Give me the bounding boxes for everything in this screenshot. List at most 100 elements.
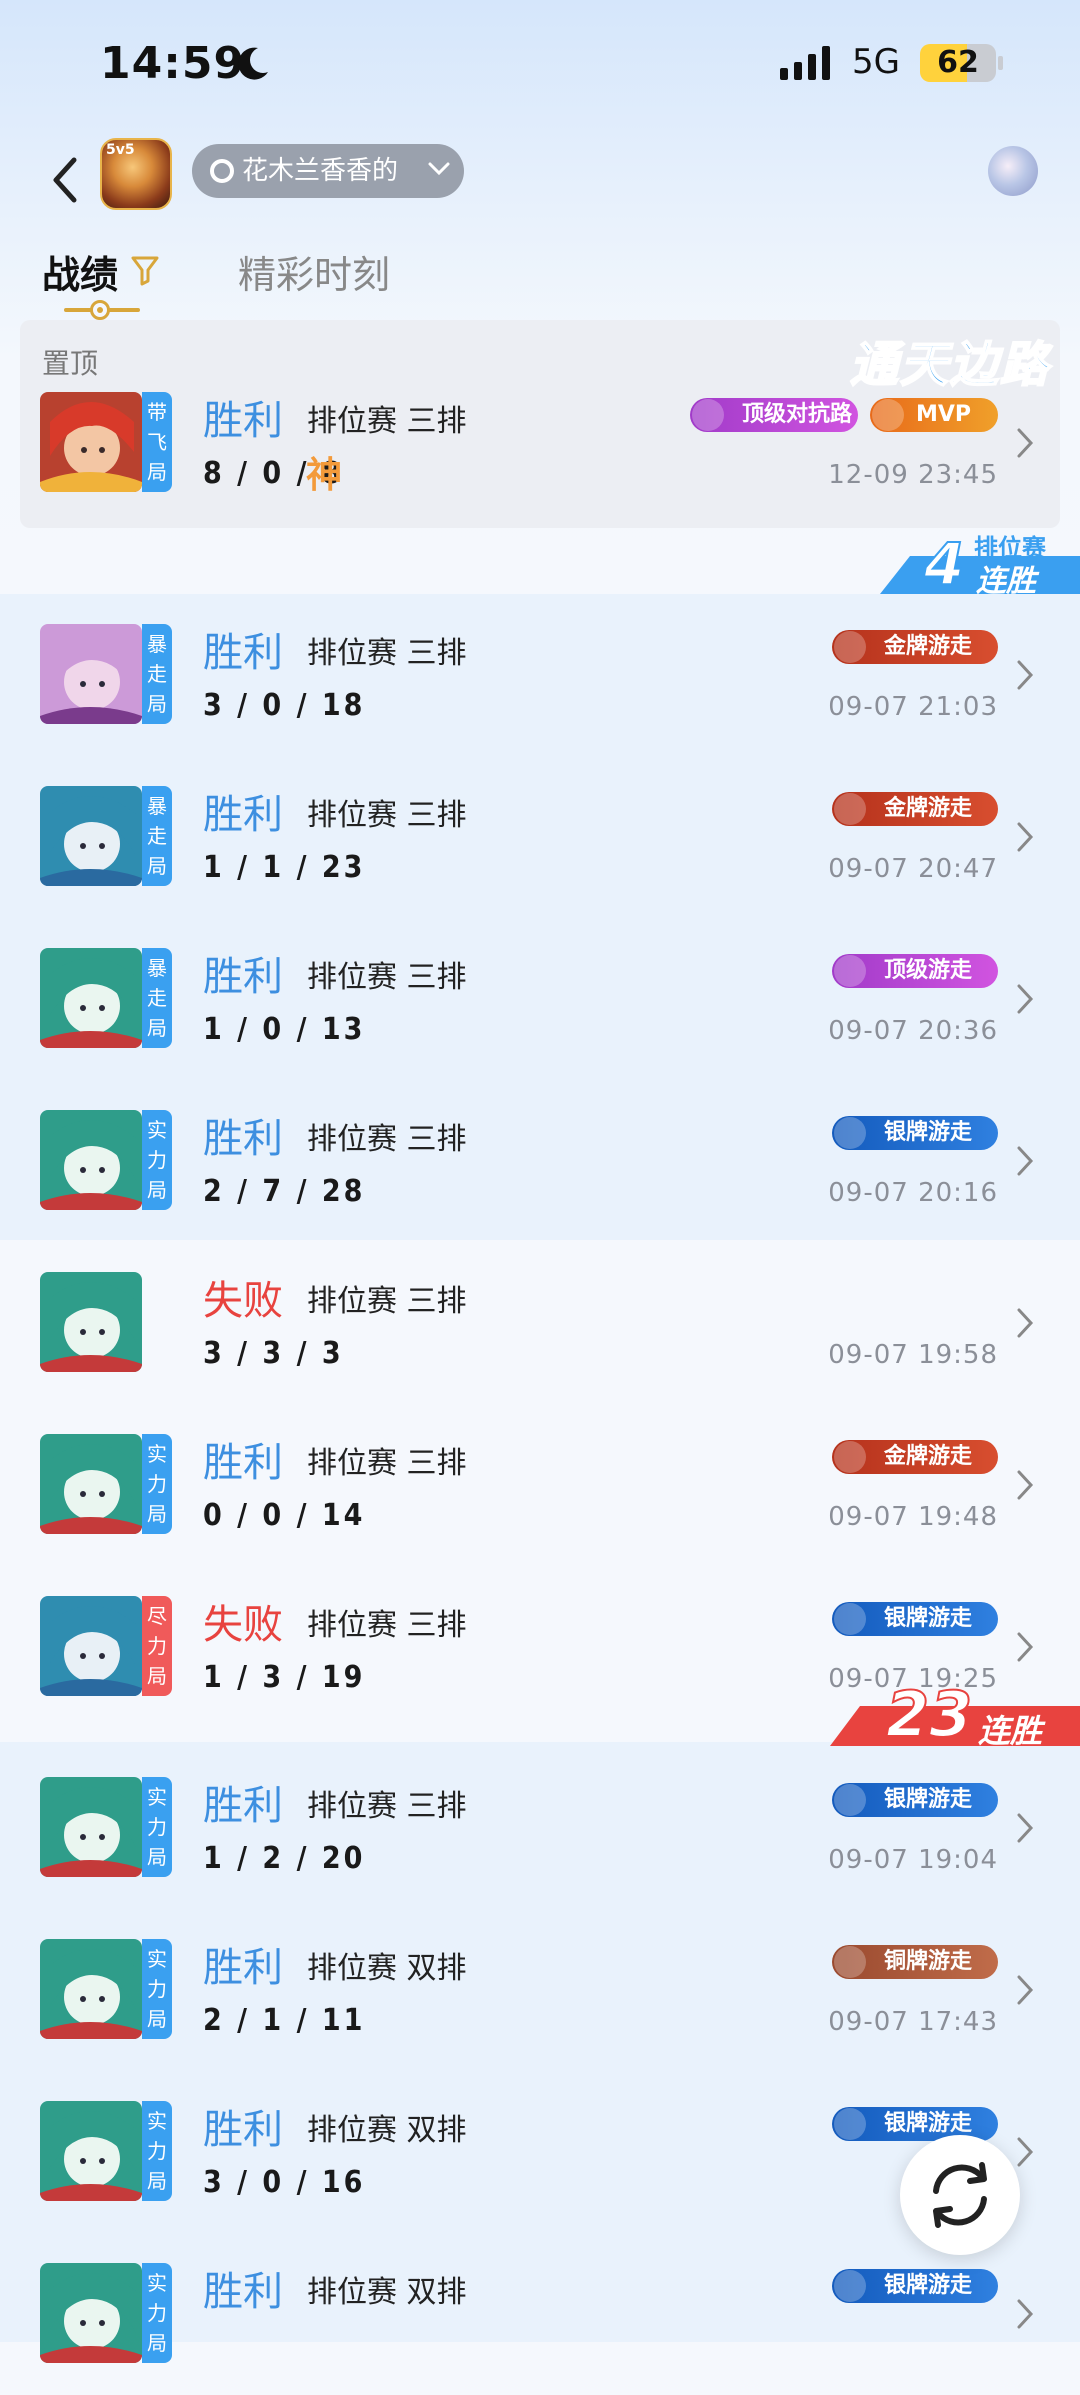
match-kda: 3 / 0 / 18 — [203, 688, 366, 723]
match-quality-tag: 实力局 — [142, 1110, 172, 1210]
refresh-icon — [933, 2162, 987, 2228]
mvp-badge: MVP — [870, 398, 998, 432]
tab-records[interactable]: 战绩 — [42, 244, 118, 299]
chevron-right-icon — [1017, 1632, 1034, 1662]
user-avatar[interactable] — [988, 146, 1038, 196]
match-row[interactable]: 实力局 胜利 排位赛 三排 1 / 2 / 20 银牌游走 09-07 19:04 — [0, 1747, 1080, 1909]
match-result: 胜利 — [203, 398, 283, 444]
hero-portrait-art — [40, 786, 142, 886]
match-row[interactable]: 暴走局 胜利 排位赛 三排 1 / 1 / 23 金牌游走 09-07 20:47 — [0, 756, 1080, 918]
match-result: 胜利 — [203, 2107, 283, 2153]
hero-portrait-art — [40, 1596, 142, 1696]
tab-highlights[interactable]: 精彩时刻 — [238, 244, 390, 299]
match-result: 失败 — [203, 1278, 283, 1324]
performance-badge: 银牌游走 — [832, 2269, 998, 2303]
hero-portrait — [40, 1110, 142, 1210]
refresh-button[interactable] — [900, 2135, 1020, 2255]
match-mode: 排位赛 双排 — [307, 2113, 467, 2148]
chevron-right-icon — [1017, 1975, 1034, 2005]
match-time: 09-07 17:43 — [828, 2007, 998, 2037]
performance-badge: 银牌游走 — [832, 1783, 998, 1817]
performance-badge: 金牌游走 — [832, 1440, 998, 1474]
chevron-right-icon — [1017, 1146, 1034, 1176]
match-result: 胜利 — [203, 630, 283, 676]
win-streak-banner: 排位赛 4 连胜 — [880, 528, 1080, 599]
match-row[interactable]: 实力局 胜利 排位赛 三排 2 / 7 / 28 银牌游走 09-07 20:16 — [0, 1080, 1080, 1242]
match-mode: 排位赛 三排 — [307, 1122, 467, 1157]
match-time: 09-07 20:47 — [828, 854, 998, 884]
hero-portrait — [40, 1434, 142, 1534]
match-mode: 排位赛 双排 — [307, 2275, 467, 2310]
hero-portrait — [40, 1596, 142, 1696]
role-badge-icon — [834, 793, 866, 825]
performance-badge: 顶级对抗路 — [690, 398, 858, 432]
account-switcher[interactable]: 花木兰香香的 — [192, 144, 464, 198]
match-result: 胜利 — [203, 2269, 283, 2315]
role-badge-icon — [834, 1117, 866, 1149]
tab-bar: 战绩 精彩时刻 — [0, 240, 1080, 320]
sword-badge-icon — [692, 399, 724, 431]
role-badge-icon — [834, 2270, 866, 2302]
chevron-right-icon — [1017, 2299, 1034, 2329]
match-kda: 1 / 0 / 13 — [203, 1012, 366, 1047]
active-tab-dot — [90, 300, 110, 320]
hero-portrait-art — [40, 1272, 142, 1372]
match-kda: 2 / 7 / 28 — [203, 1174, 366, 1209]
hero-portrait-art — [40, 1939, 142, 2039]
chevron-right-icon — [1017, 822, 1034, 852]
match-quality-tag: 尽力局 — [142, 1596, 172, 1696]
match-row[interactable]: 尽力局 失败 排位赛 三排 1 / 3 / 19 银牌游走 09-07 19:25 — [0, 1566, 1080, 1728]
trophy-icon — [872, 399, 904, 431]
match-time: 09-07 19:58 — [828, 1340, 998, 1370]
back-arrow-icon[interactable] — [46, 150, 86, 210]
hero-portrait-art — [40, 624, 142, 724]
match-quality-tag: 暴走局 — [142, 786, 172, 886]
match-mode: 排位赛 三排 — [307, 798, 467, 833]
chevron-down-icon — [428, 162, 450, 176]
role-badge-icon — [834, 631, 866, 663]
match-row[interactable]: 实力局 胜利 排位赛 双排 2 / 1 / 11 铜牌游走 09-07 17:43 — [0, 1909, 1080, 2071]
hero-portrait — [40, 786, 142, 886]
match-row[interactable]: 实力局 胜利 排位赛 双排 银牌游走 — [0, 2233, 1080, 2395]
match-row[interactable]: 暴走局 胜利 排位赛 三排 3 / 0 / 18 金牌游走 09-07 21:03 — [0, 594, 1080, 756]
hero-portrait-art — [40, 1434, 142, 1534]
match-result: 胜利 — [203, 954, 283, 1000]
role-badge-icon — [834, 1946, 866, 1978]
match-mode: 排位赛 三排 — [307, 404, 467, 439]
filter-icon[interactable] — [130, 254, 160, 286]
match-kda: 3 / 3 / 3 — [203, 1336, 344, 1371]
chevron-right-icon — [1017, 1470, 1034, 1500]
match-row[interactable]: 失败 排位赛 三排 3 / 3 / 3 09-07 19:58 — [0, 1242, 1080, 1404]
chevron-right-icon — [1017, 1813, 1034, 1843]
match-row[interactable]: 暴走局 胜利 排位赛 三排 1 / 0 / 13 顶级游走 09-07 20:36 — [0, 918, 1080, 1080]
hero-portrait-art — [40, 948, 142, 1048]
role-badge-icon — [834, 955, 866, 987]
match-result: 失败 — [203, 1602, 283, 1648]
match-kda: 1 / 2 / 20 — [203, 1841, 366, 1876]
role-badge-icon — [834, 1784, 866, 1816]
match-quality-tag: 实力局 — [142, 1939, 172, 2039]
match-kda: 0 / 0 / 14 — [203, 1498, 366, 1533]
match-mode: 排位赛 三排 — [307, 1608, 467, 1643]
match-row[interactable]: 实力局 胜利 排位赛 三排 0 / 0 / 14 金牌游走 09-07 19:48 — [0, 1404, 1080, 1566]
battery-cap — [998, 56, 1003, 70]
app-header: 5v5 花木兰香香的 — [0, 130, 1080, 230]
match-quality-tag: 暴走局 — [142, 948, 172, 1048]
match-time: 09-07 19:48 — [828, 1502, 998, 1532]
match-time: 09-07 19:04 — [828, 1845, 998, 1875]
hero-portrait — [40, 2101, 142, 2201]
match-time: 09-07 21:03 — [828, 692, 998, 722]
match-kda: 3 / 0 / 16 — [203, 2165, 366, 2200]
account-name: 花木兰香香的 — [242, 156, 399, 186]
performance-badge: 金牌游走 — [832, 630, 998, 664]
match-quality-tag: 实力局 — [142, 2263, 172, 2363]
pinned-match-row[interactable]: 带飞局 胜利 排位赛 三排 8 / 0 / 8 神 顶级对抗路 MVP 12-0… — [0, 362, 1080, 524]
match-kda: 1 / 3 / 19 — [203, 1660, 366, 1695]
streak-count: 4 — [923, 529, 965, 599]
chevron-right-icon — [1017, 428, 1034, 458]
match-quality-tag: 带飞局 — [142, 392, 172, 492]
role-badge-icon — [834, 1441, 866, 1473]
game-icon[interactable]: 5v5 — [100, 138, 172, 210]
signal-icon — [780, 46, 830, 80]
hero-portrait — [40, 1777, 142, 1877]
